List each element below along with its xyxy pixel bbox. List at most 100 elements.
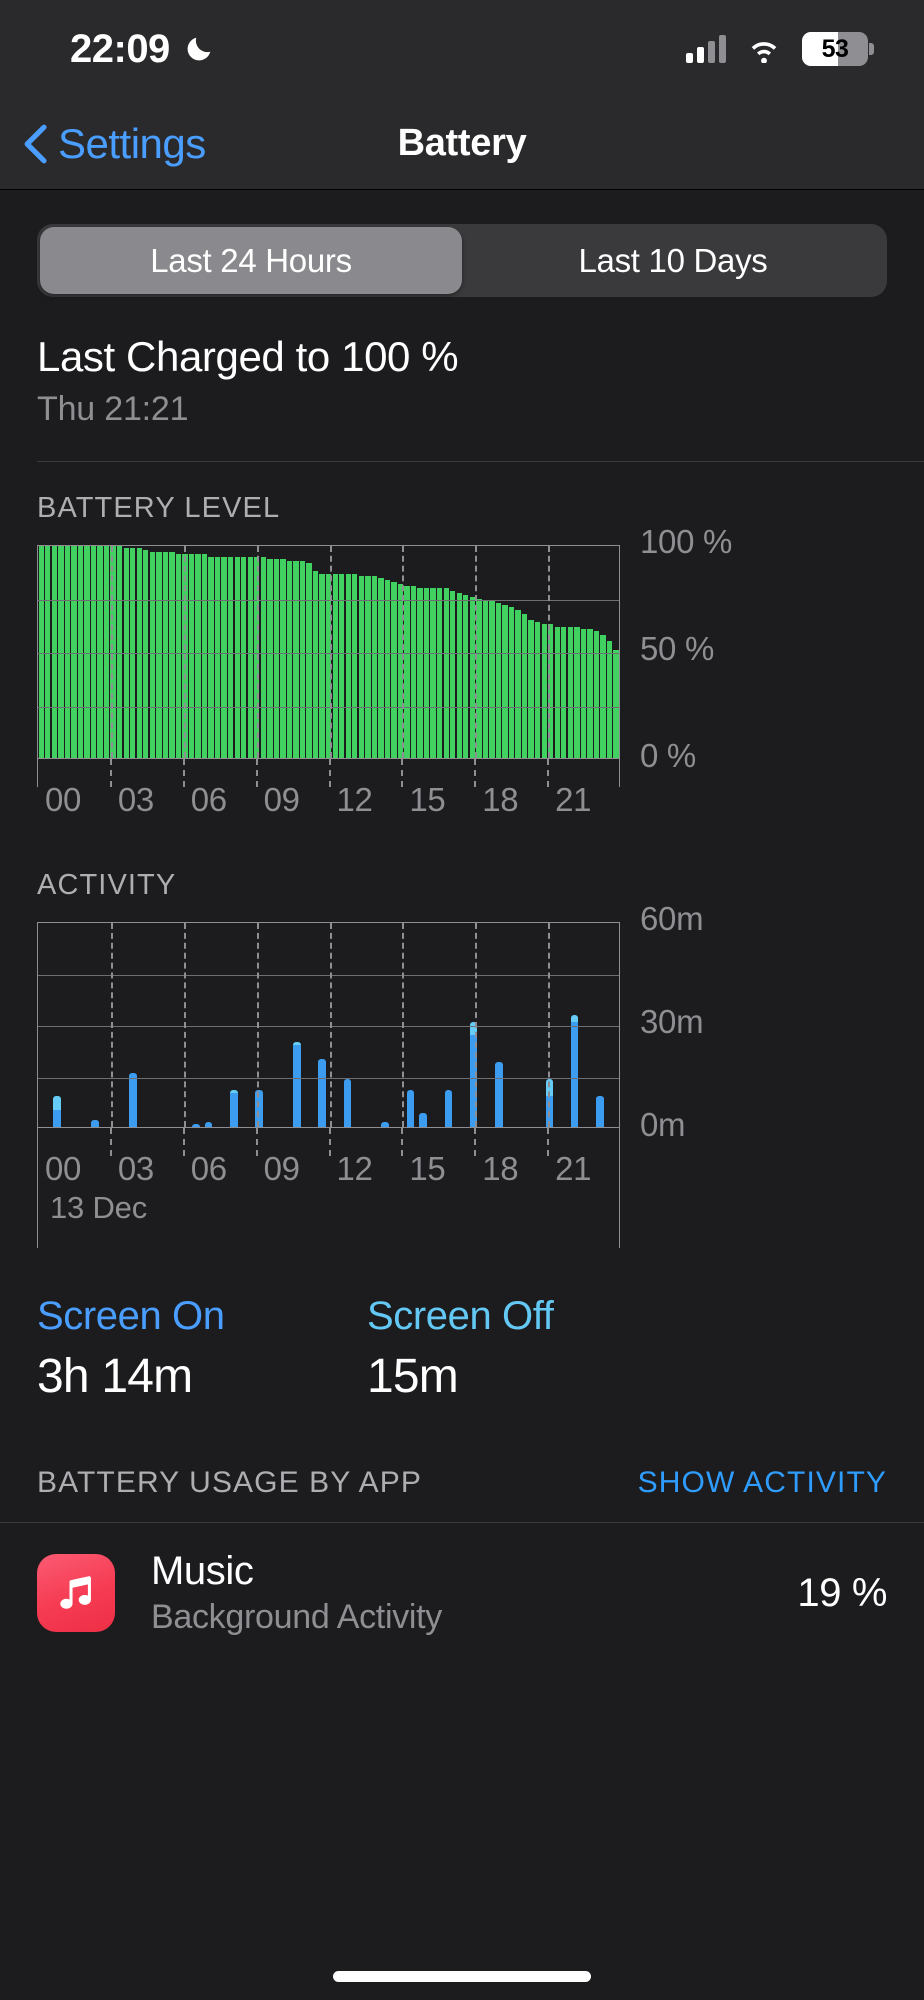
activity-bar (354, 923, 367, 1127)
battery-level-bar (103, 546, 110, 758)
screen-off-label: Screen Off (367, 1294, 554, 1338)
list-item[interactable]: Music Background Activity 19 % (0, 1523, 924, 1637)
cellular-bars-icon (686, 35, 726, 63)
activity-day-label: 13 Dec (50, 1190, 148, 1225)
battery-level-bar (149, 552, 155, 758)
app-info: Music Background Activity (151, 1549, 797, 1637)
battery-level-bar (267, 558, 273, 758)
x-tick-label: 06 (190, 781, 227, 818)
battery-level-bar (443, 588, 449, 758)
battery-level-bar (456, 592, 462, 758)
battery-level-bar (358, 575, 364, 758)
battery-cap (869, 43, 874, 55)
battery-level-bar (175, 554, 182, 758)
navigation-bar: Settings Battery (0, 98, 924, 190)
last-charged-title: Last Charged to 100 % (37, 333, 459, 380)
gridline (38, 706, 619, 708)
scroll-content: Last 24 Hours Last 10 Days Last Charged … (0, 191, 924, 2000)
activity-bars (38, 923, 619, 1127)
home-indicator[interactable] (333, 1971, 591, 1982)
activity-bar (253, 923, 266, 1127)
activity-bar-screen-off (229, 1093, 238, 1127)
axis-tick (401, 759, 404, 787)
battery-level-bar (482, 601, 489, 758)
activity-bar (240, 923, 253, 1127)
back-button-label: Settings (58, 119, 206, 167)
grid-dash (183, 923, 186, 1127)
activity-bar (455, 923, 468, 1127)
battery-level-bar (430, 588, 436, 758)
status-bar: 22:09 53 (0, 0, 924, 98)
battery-level-bar (299, 560, 306, 758)
battery-level-bar (260, 556, 266, 758)
segment-last-10-days[interactable]: Last 10 Days (462, 227, 884, 294)
activity-bar-screen-off (343, 1079, 352, 1127)
activity-bar (63, 923, 76, 1127)
activity-bar-screen-off (91, 1120, 99, 1127)
screen-off-block: Screen Off 15m (367, 1294, 554, 1404)
wifi-icon (745, 35, 783, 64)
axis-tick (255, 1128, 258, 1156)
app-usage-list: Music Background Activity 19 % (0, 1522, 924, 1637)
battery-level-bar (541, 624, 547, 758)
activity-bar (139, 923, 152, 1127)
back-button[interactable]: Settings (22, 120, 206, 168)
activity-bar (429, 923, 442, 1127)
grid-dash (183, 546, 186, 758)
app-name: Music (151, 1549, 254, 1593)
battery-level-chart[interactable]: 100 % 50 % 0 % 00 03 06 09 12 15 18 21 (37, 523, 924, 837)
activity-bar (417, 923, 430, 1127)
battery-level-bar (293, 560, 299, 758)
last-charged-block: Last Charged to 100 % Thu 21:21 (37, 333, 924, 429)
activity-bar (76, 923, 89, 1127)
gridline (38, 974, 619, 976)
battery-level-bar (84, 546, 90, 758)
activity-bar-screen-off (293, 1045, 301, 1127)
activity-bar-screen-off (596, 1096, 604, 1127)
activity-bar (51, 923, 64, 1127)
activity-bar-screen-off (406, 1089, 415, 1127)
activity-bar (581, 923, 594, 1127)
time-range-segmented-control[interactable]: Last 24 Hours Last 10 Days (37, 224, 887, 297)
activity-bar (493, 923, 506, 1127)
battery-level-bar (77, 546, 84, 758)
show-activity-button[interactable]: SHOW ACTIVITY (638, 1466, 887, 1500)
activity-bar (114, 923, 127, 1127)
activity-bar (505, 923, 518, 1127)
crescent-moon-icon (184, 34, 214, 64)
grid-dash (402, 923, 405, 1127)
battery-level-bar (528, 620, 534, 758)
battery-level-bar (195, 554, 201, 758)
segment-last-24-hours[interactable]: Last 24 Hours (40, 227, 462, 294)
activity-bar (518, 923, 531, 1127)
battery-level-bar (306, 562, 312, 758)
battery-level-bar (593, 630, 600, 758)
grid-dash (475, 923, 478, 1127)
activity-bar (480, 923, 493, 1127)
battery-status-icon: 53 (802, 32, 874, 66)
status-bar-right: 53 (686, 32, 874, 66)
axis-tick (182, 1128, 185, 1156)
activity-bar (227, 923, 240, 1127)
battery-level-bar (247, 556, 253, 758)
y-tick-label: 50 % (640, 630, 715, 667)
battery-level-bar (51, 546, 57, 758)
battery-level-bar (45, 546, 51, 758)
battery-level-bar (280, 558, 286, 758)
activity-chart[interactable]: 60m 30m 0m 00 03 06 09 12 15 18 21 13 Dec (37, 900, 924, 1248)
activity-bar (556, 923, 569, 1127)
battery-level-section: BATTERY LEVEL 100 % 50 % 0 % 00 03 06 09 12 15 1… (0, 492, 924, 837)
battery-level-bar (143, 550, 149, 758)
x-tick-label: 03 (117, 1150, 154, 1187)
battery-level-bar (606, 641, 613, 758)
screen-time-summary: Screen On 3h 14m Screen Off 15m (0, 1294, 924, 1404)
axis-tick (474, 759, 477, 787)
activity-bar (89, 923, 102, 1127)
battery-level-bar (273, 558, 280, 758)
activity-bar-screen-off (419, 1113, 427, 1127)
activity-bar (164, 923, 177, 1127)
screen-on-block: Screen On 3h 14m (37, 1294, 367, 1404)
activity-bar (278, 923, 291, 1127)
activity-bar-screen-off (495, 1062, 503, 1127)
grid-dash (110, 923, 113, 1127)
